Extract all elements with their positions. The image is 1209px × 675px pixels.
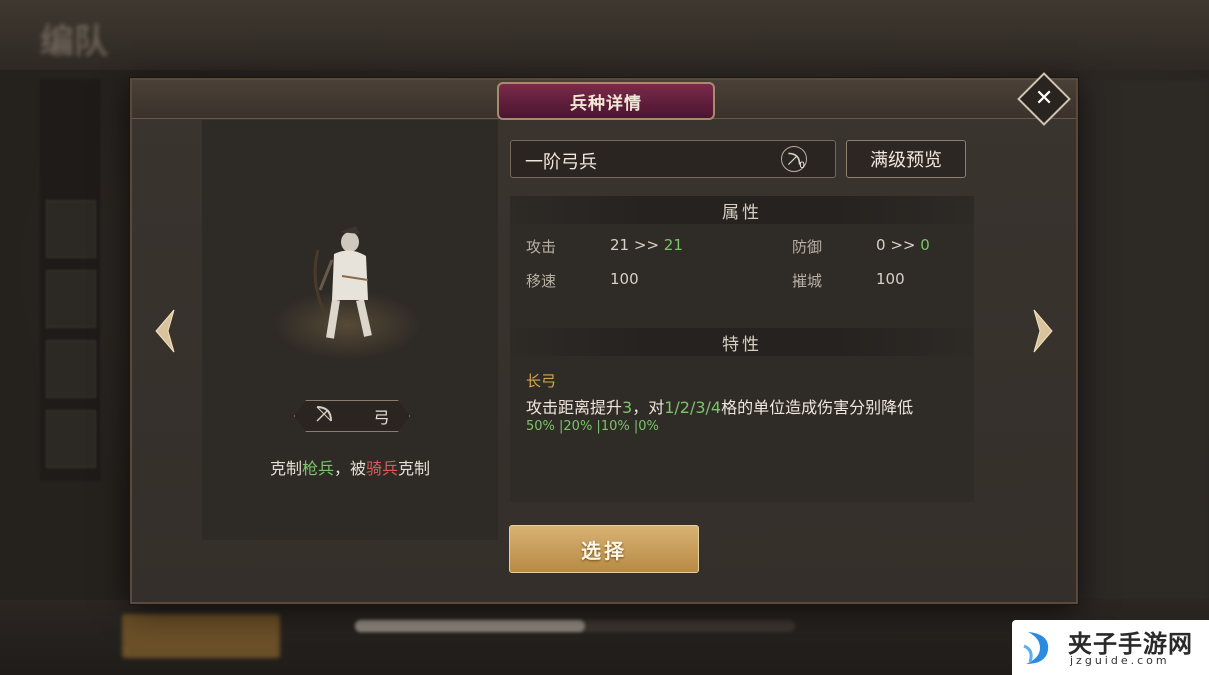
trait-text: ，对 bbox=[632, 398, 665, 417]
trait-text: 格的单位造成伤害分别降低 bbox=[721, 398, 914, 417]
dialog-title: 兵种详情 bbox=[497, 82, 715, 120]
stat-label: 摧城 bbox=[792, 272, 823, 290]
unit-type-label: 弓 bbox=[373, 408, 390, 427]
stat-arrow: >> bbox=[890, 236, 916, 254]
stat-base: 21 bbox=[610, 236, 630, 254]
stat-label: 防御 bbox=[792, 238, 823, 256]
stat-defense-value: 0 >> 0 bbox=[876, 236, 930, 254]
background-slot bbox=[46, 270, 96, 328]
stat-arrow: >> bbox=[633, 236, 660, 254]
next-arrow-icon[interactable] bbox=[1030, 308, 1056, 364]
background-title: 编队 bbox=[40, 22, 108, 62]
background-slider-fill bbox=[355, 620, 585, 632]
stat-attack: 攻击 bbox=[526, 236, 556, 257]
stat-label: 攻击 bbox=[526, 238, 557, 256]
trait-description: 攻击距离提升3，对1/2/3/4格的单位造成伤害分别降低 bbox=[526, 394, 913, 418]
site-watermark: 夹子手游网 jzguide.com bbox=[1012, 620, 1209, 675]
trait-range-bonus: 3 bbox=[622, 398, 633, 417]
counter-prefix: 克制 bbox=[269, 459, 302, 478]
unit-type-badge: 弓 bbox=[294, 400, 410, 432]
stat-siege: 摧城 bbox=[792, 270, 822, 291]
archer-unit-model bbox=[313, 226, 372, 339]
trait-name: 长弓 bbox=[526, 372, 557, 390]
close-icon: ✕ bbox=[1034, 86, 1054, 111]
counter-relation: 克制枪兵，被骑兵克制 bbox=[202, 455, 498, 479]
stat-move-speed: 移速 bbox=[526, 270, 556, 291]
trait-text: 攻击距离提升 bbox=[526, 398, 623, 417]
unit-name: 一阶弓兵 bbox=[525, 152, 597, 173]
traits-header: 特性 bbox=[510, 328, 974, 356]
background-slot bbox=[46, 410, 96, 468]
stat-defense: 防御 bbox=[792, 236, 822, 257]
stat-next: 0 bbox=[920, 236, 930, 254]
bow-icon bbox=[314, 404, 334, 429]
background-button bbox=[122, 614, 280, 658]
watermark-url: jzguide.com bbox=[1070, 654, 1170, 667]
stats-panel: 属性 攻击 21 >> 21 防御 0 >> 0 移速 100 摧城 100 特… bbox=[510, 196, 974, 502]
counter-middle: ，被 bbox=[333, 459, 366, 478]
stat-next: 21 bbox=[663, 236, 683, 254]
counters-unit: 枪兵 bbox=[301, 459, 334, 478]
unit-detail-dialog: 兵种详情 ✕ 弓 克制枪兵，被骑兵克制 一阶弓兵 0 满级预览 属性 攻击 21… bbox=[130, 72, 1078, 604]
stat-base: 0 bbox=[876, 236, 886, 254]
counter-suffix: 克制 bbox=[398, 459, 431, 478]
prev-arrow-icon[interactable] bbox=[152, 308, 178, 364]
stat-label: 移速 bbox=[526, 272, 557, 290]
trait-reduction-values: 50% |20% |10% |0% bbox=[526, 419, 659, 434]
countered-by-unit: 骑兵 bbox=[366, 459, 399, 478]
select-button[interactable]: 选择 bbox=[509, 525, 699, 573]
icon-count: 0 bbox=[799, 161, 805, 171]
unit-name-box: 一阶弓兵 0 bbox=[510, 140, 836, 178]
background-slot bbox=[46, 340, 96, 398]
attributes-header: 属性 bbox=[510, 196, 974, 224]
watermark-logo-icon bbox=[1023, 632, 1049, 664]
background-slot bbox=[46, 200, 96, 258]
background-top-bar: 编队 bbox=[0, 0, 1209, 70]
stat-move-speed-value: 100 bbox=[610, 270, 639, 288]
max-level-preview-button[interactable]: 满级预览 bbox=[846, 140, 966, 178]
stat-siege-value: 100 bbox=[876, 270, 905, 288]
stat-attack-value: 21 >> 21 bbox=[610, 236, 683, 254]
unit-preview-panel: 弓 克制枪兵，被骑兵克制 bbox=[202, 120, 498, 540]
trait-grids: 1/2/3/4 bbox=[664, 398, 722, 417]
background-right-panel bbox=[1076, 80, 1209, 600]
